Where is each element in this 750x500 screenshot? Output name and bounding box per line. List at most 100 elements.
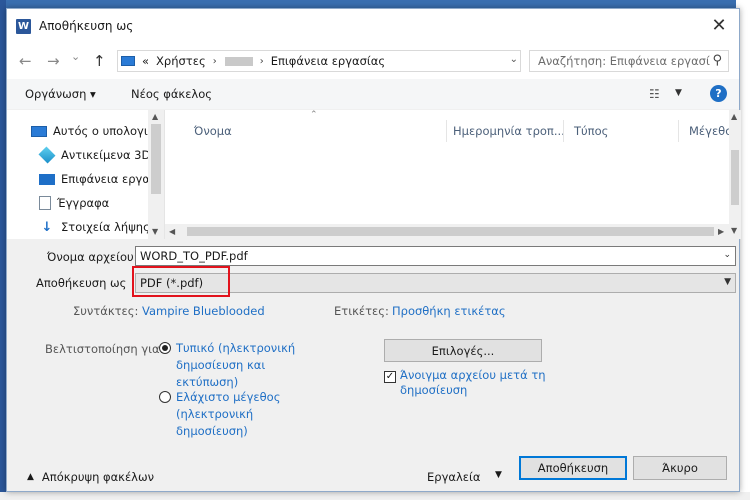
- new-folder-button[interactable]: Νέος φάκελος: [131, 87, 212, 101]
- chevron-down-icon[interactable]: ▼: [495, 470, 502, 480]
- downloads-icon: ↓: [41, 219, 53, 235]
- column-divider[interactable]: [678, 120, 679, 142]
- filename-value: WORD_TO_PDF.pdf: [140, 249, 248, 263]
- documents-icon: [39, 196, 51, 210]
- options-button[interactable]: Επιλογές...: [384, 339, 542, 362]
- radio-minimum-line: δημοσίευση): [176, 424, 248, 438]
- scroll-left-icon[interactable]: ◀: [169, 227, 175, 236]
- open-after-label[interactable]: Άνοιγμα αρχείου μετά τη δημοσίευση: [400, 368, 546, 398]
- open-after-checkbox[interactable]: ✓: [384, 371, 396, 383]
- open-after-line: δημοσίευση: [400, 383, 468, 397]
- radio-minimum[interactable]: [159, 391, 171, 403]
- chevron-down-icon[interactable]: ▼: [675, 88, 682, 98]
- scrollbar-thumb[interactable]: [151, 124, 161, 194]
- file-list: ⌃ Όνομα Ημερομηνία τροπ... Τύπος Μέγεθο …: [164, 110, 732, 239]
- column-date-modified[interactable]: Ημερομηνία τροπ...: [453, 124, 565, 138]
- hide-folders-toggle[interactable]: ▲ Απόκρυψη φακέλων: [27, 470, 154, 484]
- scroll-down-icon[interactable]: ▼: [731, 226, 737, 235]
- optimize-label: Βελτιστοποίηση για:: [45, 342, 164, 356]
- column-divider[interactable]: [563, 120, 564, 142]
- radio-standard[interactable]: [159, 342, 171, 354]
- word-icon: W: [16, 18, 31, 34]
- check-icon: ✓: [385, 371, 395, 382]
- address-bar[interactable]: « Χρήστες › › Επιφάνεια εργασίας ⌄: [117, 50, 521, 72]
- radio-minimum-line: (ηλεκτρονική: [176, 407, 254, 421]
- tree-scrollbar[interactable]: ▲ ▼: [148, 110, 164, 239]
- chevron-right-icon[interactable]: ›: [260, 56, 264, 67]
- column-size[interactable]: Μέγεθο: [689, 124, 732, 138]
- cancel-button[interactable]: Άκυρο: [633, 456, 727, 480]
- authors-label: Συντάκτες:: [73, 304, 139, 318]
- tree-item-3d-objects[interactable]: Αντικείμενα 3D: [38, 146, 151, 164]
- tree-item-label: Αντικείμενα 3D: [61, 148, 151, 162]
- breadcrumb-desktop[interactable]: Επιφάνεια εργασίας: [271, 54, 385, 68]
- scrollbar-thumb[interactable]: [187, 227, 714, 236]
- desktop-icon: [39, 173, 55, 185]
- search-icon[interactable]: ⚲: [712, 53, 722, 68]
- recent-locations-button[interactable]: ⌄: [71, 50, 80, 63]
- scroll-up-icon[interactable]: ▲: [152, 112, 158, 121]
- navigation-bar: ← → ⌄ ↑ « Χρήστες › › Επιφάνεια εργασίας…: [7, 43, 739, 79]
- highlight-box: [132, 266, 230, 297]
- hide-folders-label: Απόκρυψη φακέλων: [41, 470, 155, 484]
- tags-label: Ετικέτες:: [334, 304, 389, 318]
- chevron-down-icon[interactable]: ⌄: [723, 250, 731, 260]
- dialog-title: Αποθήκευση ως: [39, 19, 134, 33]
- command-bar: Οργάνωση ▾ Νέος φάκελος ☷ ▼ ?: [7, 79, 739, 109]
- tree-item-this-pc[interactable]: Αυτός ο υπολογι: [31, 124, 148, 138]
- tree-item-label: Επιφάνεια εργασ: [61, 172, 158, 186]
- tools-button[interactable]: Εργαλεία: [427, 470, 480, 484]
- close-button[interactable]: ✕: [699, 9, 739, 41]
- scroll-down-icon[interactable]: ▼: [152, 227, 158, 236]
- options-button-label: Επιλογές...: [431, 343, 495, 358]
- background-strip: [0, 492, 750, 500]
- breadcrumb-users[interactable]: Χρήστες: [156, 54, 206, 68]
- view-options-icon[interactable]: ☷: [649, 87, 660, 101]
- chevron-right-icon[interactable]: ›: [213, 56, 217, 67]
- add-tag-link[interactable]: Προσθήκη ετικέτας: [392, 304, 506, 318]
- redacted-username[interactable]: [224, 56, 253, 66]
- help-icon[interactable]: ?: [710, 85, 727, 102]
- computer-icon: [31, 125, 47, 137]
- forward-button[interactable]: →: [47, 52, 60, 70]
- navigation-tree: Αυτός ο υπολογι Αντικείμενα 3D Επιφάνεια…: [7, 110, 164, 239]
- tree-item-documents[interactable]: Έγγραφα: [39, 196, 109, 210]
- tree-item-label: Αυτός ο υπολογι: [53, 124, 148, 138]
- sort-caret-icon: ⌃: [310, 110, 318, 120]
- back-button[interactable]: ←: [19, 52, 32, 70]
- file-list-hscrollbar[interactable]: ◀ ▶: [165, 224, 730, 239]
- filename-label: Όνομα αρχείου:: [47, 250, 138, 264]
- scrollbar-thumb[interactable]: [731, 150, 739, 205]
- column-type[interactable]: Τύπος: [574, 124, 608, 138]
- chevron-down-icon[interactable]: ▼: [724, 277, 731, 287]
- file-list-vscrollbar[interactable]: ▲ ▼: [729, 110, 741, 239]
- search-input[interactable]: Αναζήτηση: Επιφάνεια εργασί ⚲: [529, 50, 729, 72]
- authors-value[interactable]: Vampire Blueblooded: [142, 304, 265, 318]
- radio-standard-label[interactable]: Τυπικό (ηλεκτρονική δημοσίευση και εκτύπ…: [176, 340, 295, 391]
- open-after-line: Άνοιγμα αρχείου μετά τη: [400, 368, 546, 382]
- column-divider[interactable]: [446, 120, 447, 142]
- chevron-up-icon: ▲: [27, 472, 34, 482]
- up-button[interactable]: ↑: [93, 52, 106, 70]
- 3d-objects-icon: [38, 146, 56, 164]
- radio-standard-line: Τυπικό (ηλεκτρονική: [176, 341, 296, 355]
- tree-item-downloads[interactable]: ↓ Στοιχεία λήψης: [39, 219, 150, 235]
- column-name[interactable]: Όνομα: [194, 124, 232, 138]
- chevron-down-icon[interactable]: ⌄: [510, 54, 518, 65]
- scroll-up-icon[interactable]: ▲: [731, 112, 737, 121]
- savetype-label: Αποθήκευση ως: [36, 276, 127, 290]
- radio-standard-line: δημοσίευση και: [176, 358, 266, 372]
- radio-minimum-line: Ελάχιστο μέγεθος: [176, 390, 281, 404]
- save-button[interactable]: Αποθήκευση: [519, 456, 627, 480]
- breadcrumb-overflow[interactable]: «: [142, 54, 149, 68]
- search-placeholder: Αναζήτηση: Επιφάνεια εργασί: [538, 54, 710, 68]
- organize-button[interactable]: Οργάνωση ▾: [25, 87, 96, 101]
- save-button-label: Αποθήκευση: [537, 461, 609, 475]
- tree-item-label: Έγγραφα: [57, 196, 110, 210]
- tree-item-label: Στοιχεία λήψης: [61, 220, 150, 234]
- radio-minimum-label[interactable]: Ελάχιστο μέγεθος (ηλεκτρονική δημοσίευση…: [176, 389, 280, 440]
- tree-item-desktop[interactable]: Επιφάνεια εργασ: [39, 172, 157, 186]
- scroll-right-icon[interactable]: ▶: [718, 227, 724, 236]
- filename-input[interactable]: WORD_TO_PDF.pdf ⌄: [135, 246, 736, 266]
- cancel-button-label: Άκυρο: [662, 461, 698, 475]
